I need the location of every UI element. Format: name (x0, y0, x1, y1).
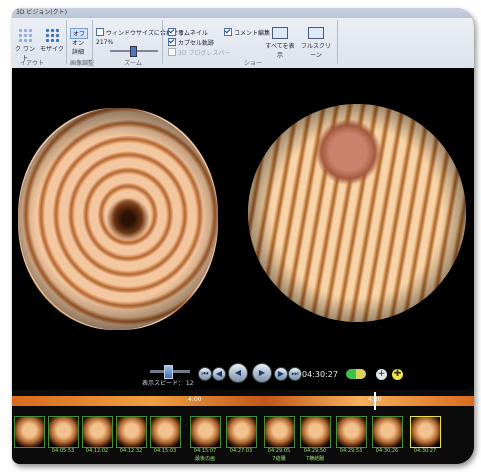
app-window: 3D ビジョン(クト) ク ワント モザイク イアウト オフ オン 詳細 画像調… (12, 8, 474, 464)
thumbnail[interactable] (336, 416, 367, 448)
progressbar-3d-label: 3D プログレスバー (178, 50, 231, 57)
checkbox-checked-icon (168, 28, 176, 36)
view-group-label: ショー (244, 60, 263, 67)
endoscopy-image-left[interactable] (18, 108, 218, 330)
thumbnail-caption: 7結腸 (272, 456, 286, 462)
capsule-trace-checkbox[interactable]: カプセル軌跡 (168, 38, 214, 47)
image-adjust-group-label: 画像調整 (70, 60, 95, 67)
play-button[interactable]: ▶ (252, 363, 272, 383)
endoscopy-image-right[interactable] (248, 104, 466, 322)
checkbox-checked-icon (168, 38, 176, 46)
window-title: 3D ビジョン(クト) (12, 8, 474, 18)
thumbnail[interactable] (150, 416, 181, 448)
timeline-label: 4:00 (188, 396, 202, 403)
thumbnail-time: 04:29:50 (303, 448, 327, 454)
add-marker-icon[interactable]: ✚ (392, 369, 403, 380)
thumbnail-time: 04:12:02 (85, 448, 109, 454)
show-all-button[interactable]: すべてを表示 (264, 27, 296, 59)
last-frame-button[interactable]: ⏭ (288, 367, 302, 381)
dual-view-toggle[interactable] (346, 369, 366, 379)
thumbnail-selected[interactable] (410, 416, 441, 448)
first-frame-button[interactable]: ⏮ (198, 367, 212, 381)
mosaic-layout-label: モザイク (40, 46, 64, 53)
thumbnail-caption: 最後の画 (194, 456, 215, 462)
timeline: 4:00 4:30 04:05:53 04:12:02 04:12:32 04:… (12, 390, 474, 464)
thumbnail[interactable] (264, 416, 295, 448)
current-time: 04:30:27 (302, 370, 338, 379)
divider (162, 20, 163, 64)
mosaic-icon (45, 28, 59, 42)
step-forward-icon: ▶ (277, 369, 285, 378)
thumbnail-time: 04:15:07 (193, 448, 217, 454)
thumbnail-caption: 7横結腸 (305, 456, 325, 462)
timeline-position-marker[interactable] (374, 392, 376, 410)
thumbnail[interactable] (116, 416, 147, 448)
thumbnail[interactable] (82, 416, 113, 448)
rewind-icon: ◀ (234, 368, 242, 377)
image-viewer (12, 68, 474, 390)
checkbox-disabled-icon (168, 48, 176, 56)
thumbnail-time: 04:12:32 (119, 448, 143, 454)
image-vignette (18, 108, 218, 330)
next-frame-button[interactable]: ▶ (274, 367, 288, 381)
thumbnail-checkbox[interactable]: サムネイル (168, 28, 208, 37)
playback-controls: 表示スピード： 12 ⏮ ◀ ◀ ▶ ▶ ⏭ 04:30:27 + ✚ (12, 362, 474, 390)
show-all-label: すべてを表示 (265, 43, 295, 59)
ribbon-toolbar: 3D ビジョン(クト) ク ワント モザイク イアウト オフ オン 詳細 画像調… (12, 8, 474, 69)
grid-icon (18, 28, 32, 42)
progressbar-3d-checkbox: 3D プログレスバー (168, 48, 230, 57)
divider (337, 20, 338, 64)
checkbox-checked-icon (224, 28, 232, 36)
capsule-trace-label: カプセル軌跡 (178, 40, 215, 47)
adjust-on-option[interactable]: オン (72, 38, 84, 47)
thumbnail-time: 04:29:53 (339, 448, 363, 454)
zoom-group-label: ズーム (124, 60, 142, 67)
play-icon: ▶ (258, 368, 266, 377)
adjust-off-label: オフ (73, 31, 86, 38)
thumbnail[interactable] (300, 416, 331, 448)
adjust-detail-option[interactable]: 詳細 (72, 47, 84, 56)
zoom-percent: 217% (96, 39, 114, 46)
adjust-detail-label: 詳細 (72, 49, 85, 56)
thumbnail-time: 04:29:05 (267, 448, 291, 454)
add-comment-icon[interactable]: + (376, 369, 387, 380)
adjust-on-label: オン (72, 40, 85, 47)
image-vignette (248, 104, 466, 322)
fullscreen-button[interactable]: フルスクリーン (298, 27, 334, 59)
rewind-button[interactable]: ◀ (228, 363, 248, 383)
skip-forward-icon: ⏭ (291, 369, 299, 378)
layout-group-label: イアウト (20, 60, 45, 67)
thumbnail-time: 04:30:27 (413, 448, 437, 454)
thumbnail[interactable] (190, 416, 221, 448)
thumbnail[interactable] (14, 416, 45, 448)
fullscreen-icon (308, 27, 324, 39)
thumbnail[interactable] (372, 416, 403, 448)
speed-slider-thumb[interactable] (164, 365, 173, 379)
divider (92, 20, 93, 64)
thumbnail-time: 04:27:03 (229, 448, 253, 454)
skip-back-icon: ⏮ (201, 369, 209, 378)
thumbnail-label: サムネイル (178, 30, 208, 37)
prev-frame-button[interactable]: ◀ (212, 367, 226, 381)
thumbnail-strip: 04:05:53 04:12:02 04:12:32 04:15:03 04:1… (12, 412, 474, 462)
grid-layout-button[interactable]: ク ワント (14, 28, 36, 62)
thumbnail-time: 04:05:53 (51, 448, 75, 454)
step-back-icon: ◀ (215, 369, 223, 378)
timeline-color-bar[interactable] (12, 396, 474, 406)
thumbnail[interactable] (226, 416, 257, 448)
thumbnail[interactable] (48, 416, 79, 448)
speed-label: 表示スピード： 12 (142, 380, 194, 387)
thumbnail-time: 04:15:03 (153, 448, 177, 454)
checkbox-icon (96, 28, 104, 36)
zoom-slider-thumb[interactable] (130, 46, 137, 57)
fullscreen-label: フルスクリーン (300, 43, 331, 59)
divider (66, 20, 67, 64)
mosaic-layout-button[interactable]: モザイク (40, 28, 64, 53)
thumbnail-time: 04:30:26 (375, 448, 399, 454)
monitor-icon (272, 27, 288, 39)
